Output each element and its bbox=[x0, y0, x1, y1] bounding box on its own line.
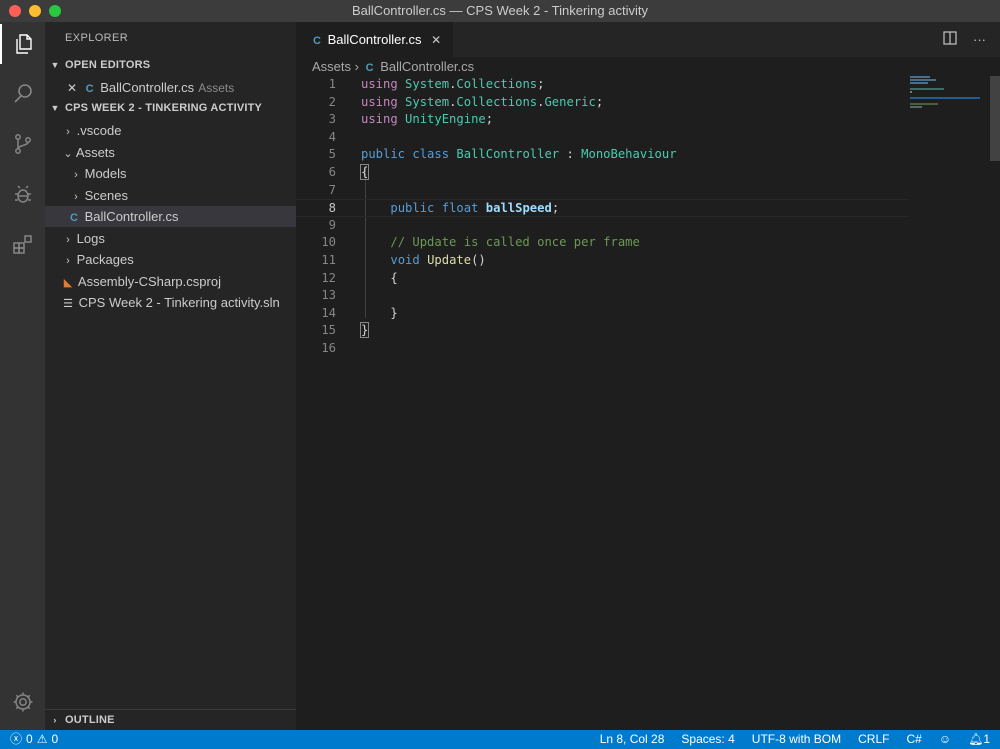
code-line: 15} bbox=[321, 322, 370, 339]
explorer-button[interactable] bbox=[0, 24, 45, 64]
bell-icon: 🔔︎ bbox=[968, 732, 984, 746]
chevron-right-icon: › bbox=[66, 234, 70, 246]
activity-bar bbox=[0, 22, 45, 730]
open-editor-name: BallController.cs bbox=[100, 80, 195, 95]
title-bar: BallController.cs — CPS Week 2 - Tinkeri… bbox=[0, 0, 1000, 22]
outline-section[interactable]: › OUTLINE bbox=[45, 709, 296, 731]
code-line: 5 public class BallController : MonoBehav… bbox=[328, 147, 677, 162]
files-icon bbox=[15, 34, 32, 54]
status-bar: ⓧ 0 ⚠ 0 Ln 8, Col 28 Spaces: 4 UTF-8 with … bbox=[0, 730, 1000, 749]
csharp-file-icon: C bbox=[85, 83, 94, 95]
source-control-button[interactable] bbox=[0, 124, 45, 164]
tree-folder-scenes[interactable]: › Scenes bbox=[45, 185, 296, 206]
error-icon: ⓧ bbox=[10, 732, 23, 746]
editor-actions: ··· bbox=[943, 22, 986, 57]
csharp-file-icon: C bbox=[70, 212, 78, 224]
code-line: 14 } bbox=[321, 305, 398, 320]
encoding[interactable]: UTF-8 with BOM bbox=[752, 730, 841, 749]
code-line: 3 using UnityEngine; bbox=[328, 112, 494, 127]
breadcrumb-folder[interactable]: Assets bbox=[312, 59, 351, 74]
zoom-window-button[interactable] bbox=[49, 5, 61, 17]
csharp-file-icon: C bbox=[365, 62, 374, 74]
search-button[interactable] bbox=[0, 74, 45, 114]
search-icon bbox=[13, 84, 32, 103]
chevron-down-icon: ⌄ bbox=[63, 148, 73, 160]
tree-file-sln[interactable]: ☰ CPS Week 2 - Tinkering activity.sln bbox=[45, 292, 296, 313]
open-editor-folder: Assets bbox=[198, 81, 235, 95]
tree-file-ballcontroller[interactable]: C BallController.cs bbox=[45, 206, 296, 227]
code-line: 13 bbox=[321, 288, 336, 303]
minimap[interactable] bbox=[910, 76, 990, 116]
extensions-button[interactable] bbox=[0, 224, 45, 264]
chevron-right-icon: › bbox=[66, 126, 70, 138]
editor-tab-bar: C BallController.cs ✕ ··· bbox=[296, 22, 1000, 57]
code-editor[interactable]: 1 using System.Collections; 2 using System… bbox=[296, 76, 908, 358]
code-line: 10 // Update is called once per frame bbox=[321, 235, 640, 250]
split-editor-icon[interactable] bbox=[943, 31, 957, 48]
chevron-down-icon: ▼ bbox=[50, 103, 60, 113]
notifications[interactable]: 🔔︎1 bbox=[968, 730, 990, 749]
code-line: 11 void Update() bbox=[321, 252, 486, 267]
code-line: 9 bbox=[328, 217, 336, 232]
close-window-button[interactable] bbox=[9, 5, 21, 17]
code-line: 6{ bbox=[328, 163, 370, 180]
csharp-file-icon: C bbox=[313, 35, 321, 47]
debug-button[interactable] bbox=[0, 174, 45, 214]
code-line: 12 { bbox=[321, 270, 398, 285]
tree-folder-vscode[interactable]: › .vscode bbox=[45, 120, 296, 141]
code-line: 2 using System.Collections.Generic; bbox=[328, 94, 604, 109]
code-line-current: 8 public float ballSpeed; bbox=[296, 199, 908, 217]
code-line: 7 bbox=[328, 182, 336, 197]
chevron-down-icon: ▼ bbox=[50, 60, 60, 70]
problems-indicator[interactable]: ⓧ 0 ⚠ 0 bbox=[10, 730, 58, 749]
debug-icon bbox=[14, 185, 31, 203]
close-icon[interactable]: ✕ bbox=[65, 78, 79, 99]
explorer-sidebar: EXPLORER ▼ OPEN EDITORS ✕ C BallControlle… bbox=[45, 22, 296, 730]
code-line: 1 using System.Collections; bbox=[328, 77, 545, 91]
sidebar-title: EXPLORER bbox=[65, 32, 129, 44]
lines-file-icon: ☰ bbox=[63, 298, 73, 310]
language-mode[interactable]: C# bbox=[906, 730, 921, 749]
chevron-right-icon: › bbox=[354, 59, 363, 74]
indentation[interactable]: Spaces: 4 bbox=[681, 730, 734, 749]
breadcrumb-file[interactable]: BallController.cs bbox=[380, 59, 474, 74]
manage-button[interactable] bbox=[0, 682, 45, 722]
outline-header[interactable]: › OUTLINE bbox=[45, 710, 296, 731]
tree-folder-logs[interactable]: › Logs bbox=[45, 228, 296, 249]
cursor-position[interactable]: Ln 8, Col 28 bbox=[600, 730, 665, 749]
rss-file-icon: ◣ bbox=[63, 277, 73, 289]
window-title: BallController.cs — CPS Week 2 - Tinkeri… bbox=[352, 3, 648, 18]
extensions-icon bbox=[12, 235, 32, 254]
tab-ballcontroller[interactable]: C BallController.cs ✕ bbox=[296, 22, 453, 57]
code-line: 4 bbox=[328, 129, 336, 144]
warning-icon: ⚠ bbox=[36, 732, 48, 746]
vertical-scrollbar[interactable] bbox=[990, 76, 1000, 161]
more-actions-icon[interactable]: ··· bbox=[973, 32, 986, 47]
tree-folder-packages[interactable]: › Packages bbox=[45, 249, 296, 270]
feedback-icon[interactable]: ☺ bbox=[939, 730, 951, 749]
window-controls bbox=[9, 5, 61, 17]
tree-folder-assets[interactable]: ⌄ Assets bbox=[45, 142, 296, 163]
open-editors-header[interactable]: ▼ OPEN EDITORS bbox=[45, 55, 296, 76]
chevron-right-icon: › bbox=[74, 169, 78, 181]
tree-file-csproj[interactable]: ◣ Assembly-CSharp.csproj bbox=[45, 271, 296, 292]
chevron-right-icon: › bbox=[53, 715, 57, 725]
chevron-right-icon: › bbox=[74, 191, 78, 203]
gear-icon bbox=[13, 692, 32, 712]
minimize-window-button[interactable] bbox=[29, 5, 41, 17]
source-control-icon bbox=[14, 134, 31, 154]
close-icon[interactable]: ✕ bbox=[429, 23, 443, 58]
chevron-right-icon: › bbox=[66, 255, 70, 267]
end-of-line[interactable]: CRLF bbox=[858, 730, 889, 749]
project-header[interactable]: ▼ CPS WEEK 2 - TINKERING ACTIVITY bbox=[45, 98, 296, 119]
open-editor-item[interactable]: ✕ C BallController.cs Assets bbox=[45, 77, 296, 98]
tree-folder-models[interactable]: › Models bbox=[45, 163, 296, 184]
breadcrumb: Assets › C BallController.cs bbox=[312, 57, 474, 77]
code-line: 16 bbox=[321, 340, 336, 355]
